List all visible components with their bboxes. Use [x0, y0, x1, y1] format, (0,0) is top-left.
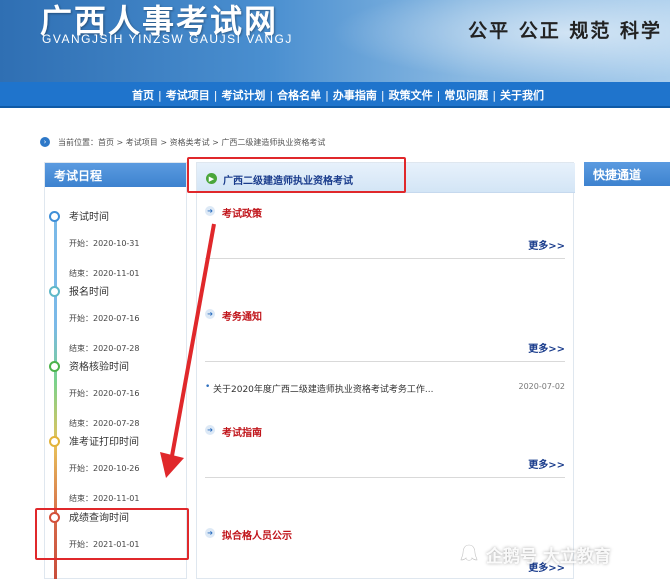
- site-slogan: 公平 公正 规范 科学: [468, 20, 662, 42]
- nav-separator: |: [269, 88, 274, 102]
- schedule-item-title: 报名时间: [69, 287, 109, 298]
- schedule-item-end: 结束：2020-07-28: [69, 344, 140, 353]
- schedule-item-title: 准考证打印时间: [69, 437, 139, 448]
- nav-label[interactable]: 首页: [132, 87, 154, 103]
- section-title[interactable]: 考试政策: [222, 205, 262, 220]
- schedule-item-start: 开始：2020-10-31: [69, 239, 140, 248]
- more-link[interactable]: 更多>>: [528, 237, 565, 252]
- schedule-item-end: 结束：2020-07-28: [69, 419, 140, 428]
- breadcrumb-path[interactable]: 首页 > 考试项目 > 资格类考试 > 广西二级建造师执业资格考试: [98, 137, 325, 148]
- nav-separator: |: [436, 88, 441, 102]
- nav-item-about[interactable]: 关于我们: [500, 87, 544, 103]
- nav-item-faq[interactable]: 常见问题 |: [444, 87, 500, 103]
- schedule-heading: 考试日程: [45, 163, 186, 187]
- highlight-box-exam-title: [187, 157, 406, 193]
- nav-item-policy[interactable]: 政策文件 |: [389, 87, 445, 103]
- nav-separator: |: [213, 88, 218, 102]
- arrow-right-icon: ➜: [205, 206, 215, 216]
- nav-label[interactable]: 常见问题: [444, 87, 488, 103]
- main-nav: 首页 | 考试项目 | 考试计划 | 合格名单 | 办事指南 | 政策文件 | 常见问题 | …: [0, 82, 670, 108]
- watermark: 企鹅号 大立教育: [458, 540, 611, 568]
- site-subtitle: GVANGJSIH YINZSW GAUJSI VANGJ: [42, 32, 293, 46]
- divider: [205, 361, 565, 362]
- list-item[interactable]: • 关于2020年度广西二级建造师执业资格考试考务工作... 2020-07-0…: [205, 382, 565, 396]
- arrow-right-icon: ➜: [205, 425, 215, 435]
- schedule-item-title: 考试时间: [69, 212, 109, 223]
- divider: [205, 258, 565, 259]
- section-title[interactable]: 拟合格人员公示: [222, 527, 292, 542]
- schedule-item-end: 结束：2020-11-01: [69, 269, 140, 278]
- divider: [205, 477, 565, 478]
- site-banner: 广西人事考试网 GVANGJSIH YINZSW GAUJSI VANGJ 公平…: [0, 0, 670, 82]
- schedule-item-title: 资格核验时间: [69, 362, 129, 373]
- nav-item-exam-plan[interactable]: 考试计划 |: [221, 87, 277, 103]
- nav-label[interactable]: 办事指南: [333, 87, 377, 103]
- schedule-item-start: 开始：2020-07-16: [69, 314, 140, 323]
- timeline-node-icon: [49, 211, 60, 222]
- schedule-item-start: 开始：2020-10-26: [69, 464, 140, 473]
- section-title[interactable]: 考务通知: [222, 308, 262, 323]
- nav-item-guide[interactable]: 办事指南 |: [333, 87, 389, 103]
- nav-item-qualified-list[interactable]: 合格名单 |: [277, 87, 333, 103]
- exam-info-panel: ▶ 广西二级建造师执业资格考试 ➜ 考试政策 更多>> ➜ 考务通知 更多>> …: [196, 162, 575, 579]
- nav-separator: |: [325, 88, 329, 102]
- arrow-right-icon: ➜: [205, 309, 215, 319]
- timeline-node-icon: [49, 286, 60, 297]
- more-link[interactable]: 更多>>: [528, 340, 565, 355]
- highlight-box-score-query: [35, 508, 189, 560]
- location-icon: ›: [40, 137, 50, 147]
- nav-item-home[interactable]: 首页 |: [132, 87, 166, 103]
- schedule-item-end: 结束：2020-11-01: [69, 494, 140, 503]
- nav-separator: |: [158, 88, 162, 102]
- timeline-node-icon: [49, 436, 60, 447]
- section-title[interactable]: 考试指南: [222, 424, 262, 439]
- penguin-logo-icon: [460, 544, 478, 561]
- quick-access-heading: 快捷通道: [584, 162, 670, 186]
- breadcrumb: › 当前位置： 首页 > 考试项目 > 资格类考试 > 广西二级建造师执业资格考…: [40, 134, 325, 150]
- nav-label[interactable]: 政策文件: [389, 87, 433, 103]
- breadcrumb-prefix: 当前位置：: [58, 137, 98, 147]
- more-link[interactable]: 更多>>: [528, 456, 565, 471]
- news-date: 2020-07-02: [518, 382, 566, 391]
- news-title[interactable]: 关于2020年度广西二级建造师执业资格考试考务工作...: [213, 382, 434, 395]
- nav-separator: |: [380, 88, 385, 102]
- nav-label[interactable]: 考试项目: [166, 87, 210, 103]
- nav-item-exam-projects[interactable]: 考试项目 |: [166, 87, 222, 103]
- quick-access-panel: 快捷通道: [584, 162, 670, 579]
- nav-label[interactable]: 考试计划: [221, 87, 265, 103]
- watermark-text: 企鹅号 大立教育: [486, 546, 611, 567]
- nav-label[interactable]: 关于我们: [500, 87, 544, 103]
- bullet-icon: •: [205, 382, 211, 392]
- nav-label[interactable]: 合格名单: [277, 87, 321, 103]
- arrow-right-icon: ➜: [205, 528, 215, 538]
- schedule-item-start: 开始：2020-07-16: [69, 389, 140, 398]
- nav-separator: |: [492, 88, 497, 102]
- timeline-node-icon: [49, 361, 60, 372]
- page: 广西人事考试网 GVANGJSIH YINZSW GAUJSI VANGJ 公平…: [0, 0, 670, 579]
